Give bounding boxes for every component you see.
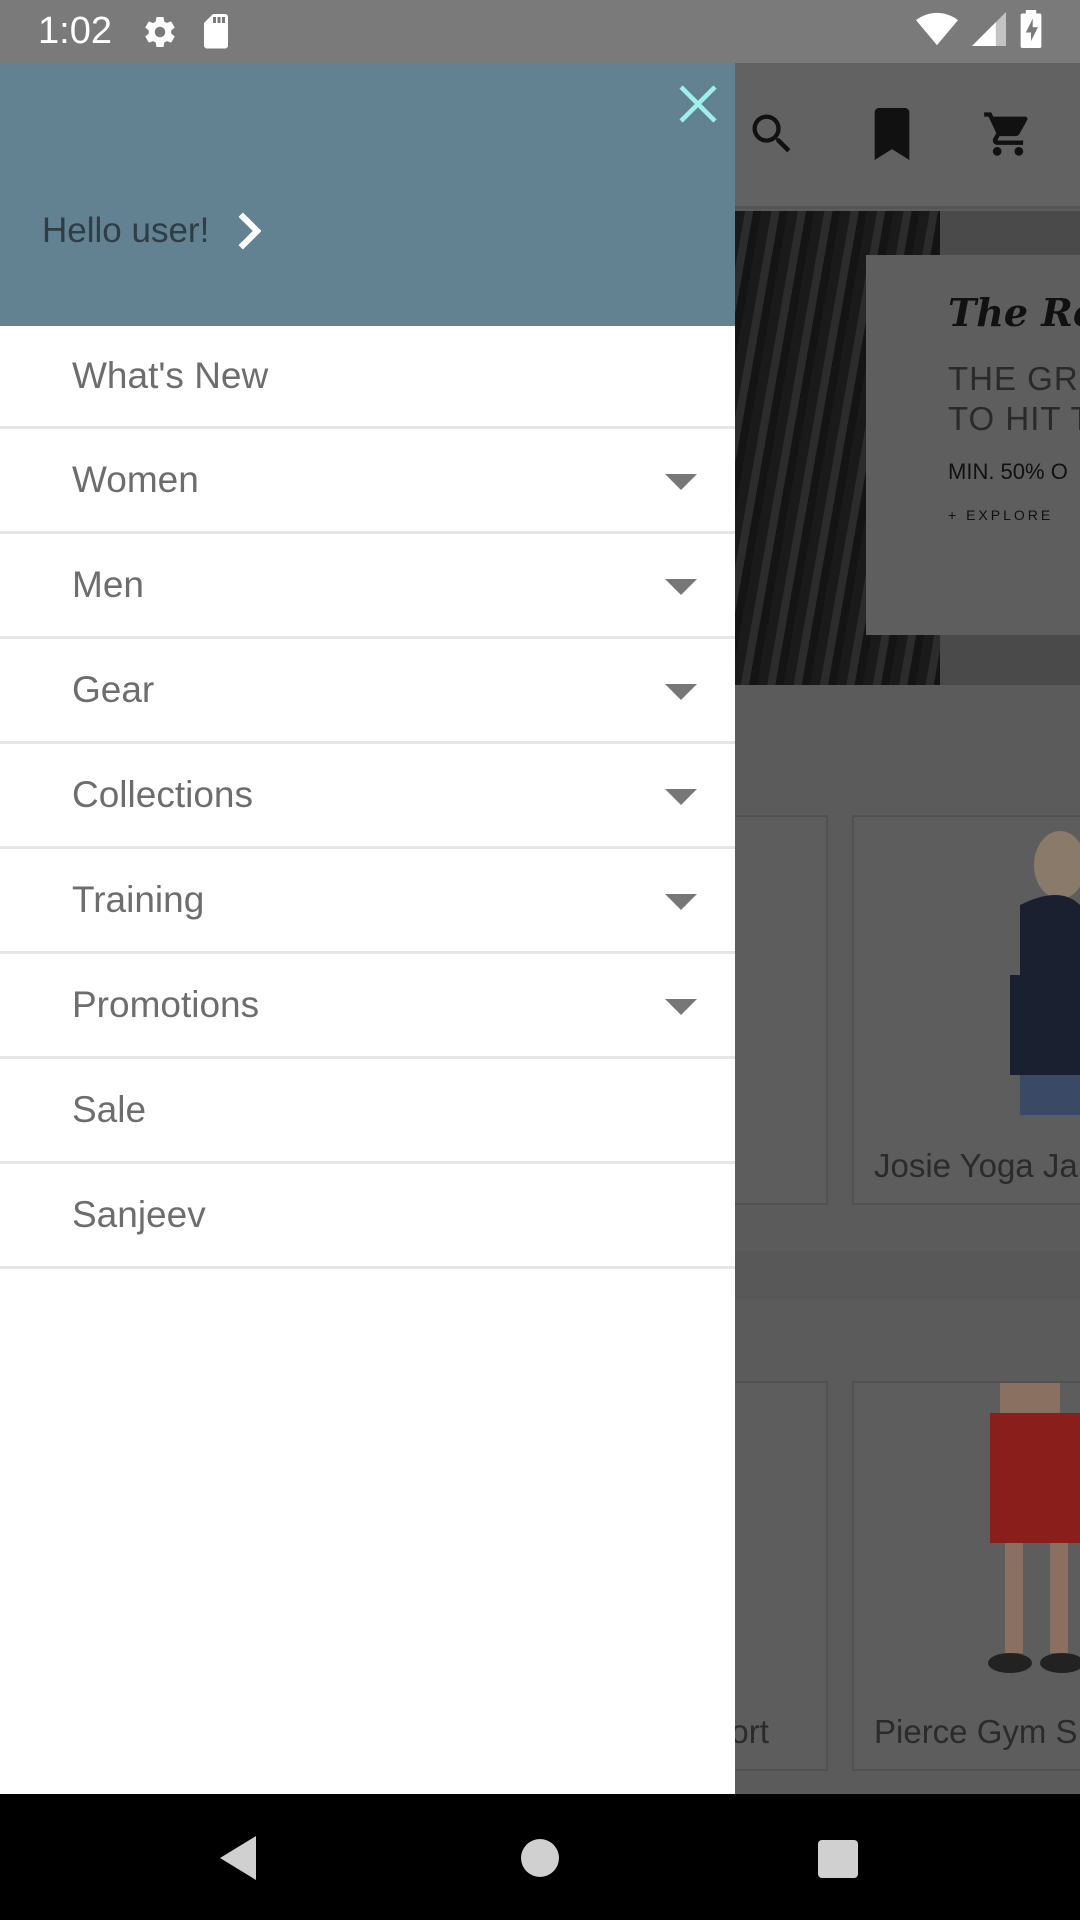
back-icon[interactable] [216, 1834, 260, 1887]
menu-item-label: Men [72, 564, 144, 605]
product-card[interactable]: Pierce Gym S [852, 1381, 1080, 1771]
banner-headline-line1: THE GRE [948, 360, 1080, 397]
banner-card: The Roadster Life Co. THE GRE TO HIT T M… [866, 255, 1080, 635]
menu-item-label: Gear [72, 669, 155, 710]
banner-subtext: MIN. 50% O [948, 459, 1068, 484]
bookmark-icon[interactable] [868, 108, 916, 165]
cart-icon[interactable] [980, 108, 1036, 165]
caret-down-icon[interactable] [665, 789, 697, 805]
product-name: Josie Yoga Ja [874, 1147, 1078, 1184]
battery-charging-icon [1020, 10, 1042, 53]
menu-item-label: Sale [72, 1089, 147, 1130]
status-bar: 1:02 [0, 0, 1080, 63]
menu-item-label: Collections [72, 774, 253, 815]
chevron-right-icon [235, 211, 262, 251]
menu-item-men[interactable]: Men [0, 534, 735, 639]
menu-item-label: What's New [72, 355, 269, 396]
home-icon[interactable] [518, 1834, 562, 1887]
menu-item-sanjeev[interactable]: Sanjeev [0, 1164, 735, 1269]
menu-item-collections[interactable]: Collections [0, 744, 735, 849]
close-icon[interactable] [675, 81, 721, 127]
caret-down-icon[interactable] [665, 999, 697, 1015]
banner-logo: The Roadster Life Co. [948, 290, 1080, 335]
menu-item-promotions[interactable]: Promotions [0, 954, 735, 1059]
menu-item-label: Sanjeev [72, 1194, 206, 1235]
caret-down-icon[interactable] [665, 474, 697, 490]
menu-item-women[interactable]: Women [0, 429, 735, 534]
screen: 1:02 The R THE GR TO HIT T MIN. 50% O + … [0, 0, 1080, 1920]
menu-item-label: Promotions [72, 984, 260, 1025]
signal-icon [972, 12, 1006, 51]
product-name: Pierce Gym S [874, 1713, 1078, 1750]
recents-icon[interactable] [816, 1834, 860, 1887]
status-time: 1:02 [38, 10, 112, 52]
greeting-link[interactable]: Hello user! [42, 211, 262, 251]
caret-down-icon[interactable] [665, 579, 697, 595]
menu-item-label: Women [72, 459, 199, 500]
caret-down-icon[interactable] [665, 894, 697, 910]
sd-card-icon [200, 13, 232, 50]
menu-item-gear[interactable]: Gear [0, 639, 735, 744]
wifi-icon [916, 12, 958, 51]
menu-item-whats-new[interactable]: What's New [0, 326, 735, 429]
search-icon[interactable] [746, 108, 798, 165]
menu-item-label: Training [72, 879, 205, 920]
product-image [988, 1383, 1080, 1673]
banner-headline-line2: TO HIT T [948, 400, 1080, 437]
banner-explore-link[interactable]: + EXPLORE [948, 507, 1080, 523]
caret-down-icon[interactable] [665, 684, 697, 700]
menu-item-training[interactable]: Training [0, 849, 735, 954]
menu-item-sale[interactable]: Sale [0, 1059, 735, 1164]
navigation-drawer: Hello user! What's New Women Men Gear Co… [0, 63, 735, 1794]
system-nav-bar [0, 1794, 1080, 1920]
drawer-menu: What's New Women Men Gear Collections Tr… [0, 326, 735, 1269]
banner-headline: THE GRE TO HIT T [948, 359, 1080, 439]
product-image [1010, 831, 1080, 1115]
drawer-header: Hello user! [0, 63, 735, 326]
product-card[interactable]: Josie Yoga Ja [852, 815, 1080, 1205]
status-indicators [916, 10, 1042, 53]
greeting-text: Hello user! [42, 211, 210, 250]
gear-icon [142, 14, 178, 50]
